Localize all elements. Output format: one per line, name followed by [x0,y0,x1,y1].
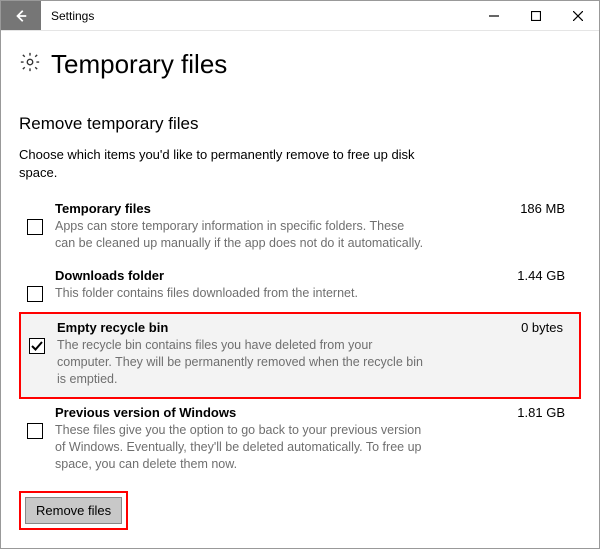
item-description: The recycle bin contains files you have … [57,337,427,388]
item-title: Previous version of Windows [55,405,236,420]
item-title: Empty recycle bin [57,320,168,335]
item-body: Temporary files 186 MB Apps can store temp… [55,201,575,252]
back-arrow-icon [14,9,28,23]
item-description: Apps can store temporary information in … [55,218,425,252]
item-description: These files give you the option to go ba… [55,422,425,473]
item-description: This folder contains files downloaded fr… [55,285,425,302]
item-body: Empty recycle bin 0 bytes The recycle bin … [57,320,573,388]
window-controls [473,1,599,30]
item-body: Downloads folder 1.44 GB This folder conta… [55,268,575,302]
checkbox-column [25,201,45,235]
close-icon [573,11,583,21]
section-intro: Choose which items you'd like to permane… [19,146,419,181]
item-head: Previous version of Windows 1.81 GB [55,405,575,420]
checkbox-column [25,405,45,439]
titlebar: Settings [1,1,599,31]
remove-button-highlight: Remove files [19,491,128,530]
item-title: Downloads folder [55,268,164,283]
item-checkbox[interactable] [29,338,45,354]
item-size: 1.81 GB [517,405,575,420]
storage-item: Previous version of Windows 1.81 GB These … [19,399,581,483]
back-button[interactable] [1,1,41,30]
close-button[interactable] [557,1,599,30]
maximize-button[interactable] [515,1,557,30]
item-size: 1.44 GB [517,268,575,283]
page-title: Temporary files [51,49,227,80]
maximize-icon [531,11,541,21]
checkbox-column [25,268,45,302]
storage-item: Downloads folder 1.44 GB This folder conta… [19,262,581,312]
minimize-icon [489,11,499,21]
item-body: Previous version of Windows 1.81 GB These … [55,405,575,473]
window-title: Settings [41,1,473,30]
item-title: Temporary files [55,201,151,216]
item-head: Temporary files 186 MB [55,201,575,216]
storage-item: Temporary files 186 MB Apps can store temp… [19,195,581,262]
content-area: Remove temporary files Choose which item… [1,86,599,548]
remove-files-button[interactable]: Remove files [25,497,122,524]
item-head: Empty recycle bin 0 bytes [57,320,573,335]
checkbox-column [27,320,47,354]
check-icon [31,340,43,352]
gear-icon [19,51,41,78]
storage-item: Empty recycle bin 0 bytes The recycle bin … [19,312,581,400]
item-size: 0 bytes [521,320,573,335]
section-heading: Remove temporary files [19,114,581,134]
item-size: 186 MB [520,201,575,216]
item-checkbox[interactable] [27,219,43,235]
page-header: Temporary files [1,31,599,86]
item-head: Downloads folder 1.44 GB [55,268,575,283]
minimize-button[interactable] [473,1,515,30]
item-checkbox[interactable] [27,423,43,439]
item-checkbox[interactable] [27,286,43,302]
